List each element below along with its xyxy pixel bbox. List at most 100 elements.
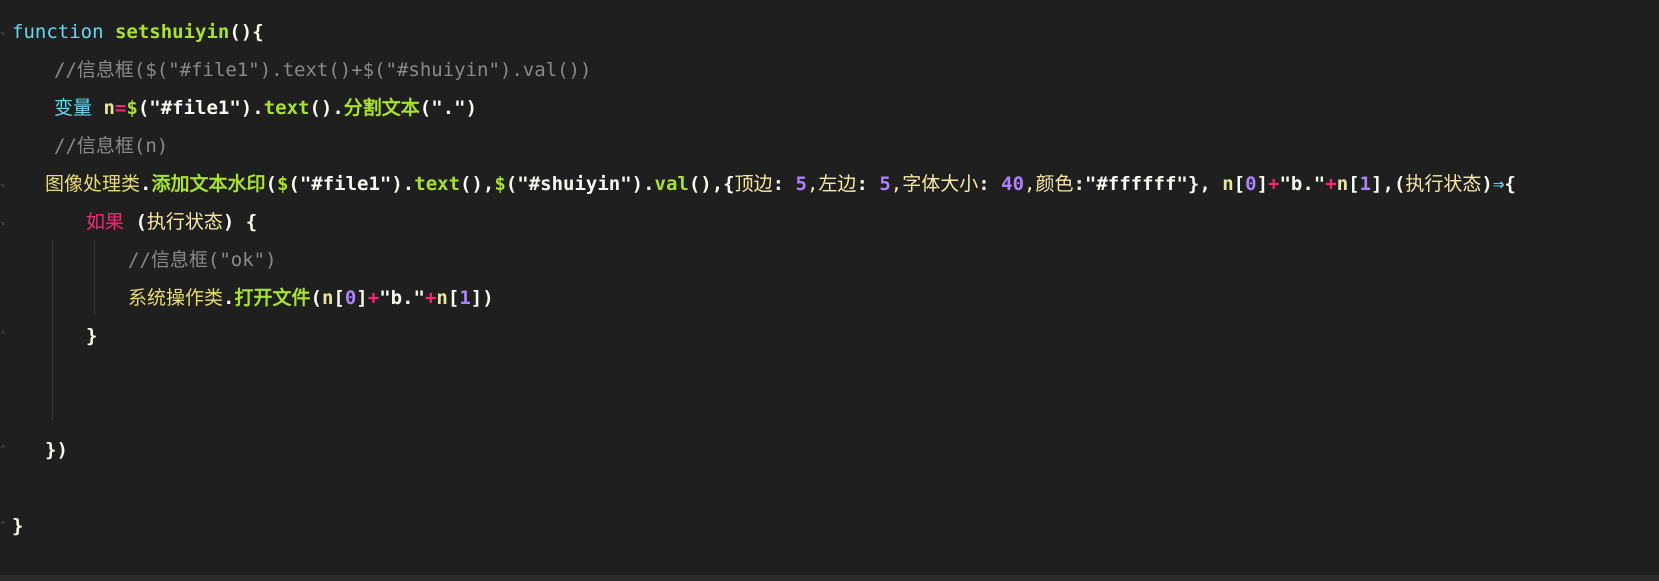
punctuation-token: ], [1371,173,1394,195]
method-token: 打开文件 [234,287,311,309]
fold-end-icon: ⌃ [0,330,7,341]
keyword-token: 变量 [54,97,93,119]
code-line-9[interactable]: } [86,316,97,356]
operator-token: + [1268,173,1280,195]
punctuation-token: ] [1256,173,1269,195]
number-token: 5 [795,173,807,195]
number-token: 1 [459,287,471,309]
property-token: ,字体大小 [890,173,979,195]
variable-token: n [103,97,115,119]
number-token: 0 [1245,173,1257,195]
function-name-token: setshuiyin [114,21,230,43]
punctuation-token: : [772,173,796,195]
closing-brace-token: }) [45,439,68,461]
method-token: text [263,97,310,119]
function-token: $ [494,173,506,195]
function-token: $ [276,173,289,195]
fold-chevron-icon[interactable]: ⌄ [0,164,10,204]
property-token: ,颜色 [1024,173,1074,195]
horizontal-scrollbar[interactable] [0,575,1659,581]
punctuation-token: }, [1187,173,1223,195]
variable-token: n [321,287,334,309]
comment-token: //信息框($("#file1").text()+$("#shuiyin").v… [54,59,592,81]
control-keyword-token: 如果 [86,211,125,233]
closing-brace-token: } [12,515,24,537]
punctuation-token: (),{ [688,173,735,195]
method-token: text [414,173,461,195]
keyword-token: function [12,21,104,43]
fold-end-icon: ⌃ [0,520,7,531]
punctuation-token: ( [288,173,300,195]
punctuation-token: ( [1393,173,1406,195]
punctuation-token: ). [631,173,655,195]
punctuation-token: : [978,173,1002,195]
string-token: "#ffffff" [1084,173,1188,195]
method-token: 添加文本水印 [151,173,266,195]
string-token: "#shuiyin" [517,173,632,195]
parameter-token: 执行状态 [146,211,223,233]
fold-end-icon: ⌃ [0,444,7,455]
punctuation-token: (){ [229,21,264,43]
number-token: 5 [879,173,891,195]
operator-token: = [114,97,127,119]
punctuation-token: ( [419,97,432,119]
code-line-6[interactable]: 如果 (执行状态) { [86,202,257,242]
code-line-8[interactable]: 系统操作类.打开文件(n[0]+"b."+n[1]) [128,278,494,318]
string-token: "b." [379,287,425,309]
punctuation-token: ( [310,287,322,309]
comment-token: //信息框("ok") [128,249,277,271]
punctuation-token: ) { [222,211,258,233]
punctuation-token: ( [137,97,150,119]
indent-guide [52,240,53,420]
code-line-12[interactable]: }) [45,430,68,470]
fold-chevron-icon[interactable]: ⌄ [0,202,10,242]
code-line-3[interactable]: 变量 n=$("#file1").text().分割文本(".") [54,88,477,128]
method-token: 分割文本 [343,97,420,119]
punctuation-token: ] [356,287,368,309]
punctuation-token: ). [391,173,415,195]
punctuation-token: [ [333,287,345,309]
punctuation-token: . [140,173,152,195]
code-line-5[interactable]: 图像处理类.添加文本水印($("#file1").text(),$("#shui… [45,164,1516,204]
class-token: 系统操作类 [128,287,224,309]
punctuation-token: [ [1233,173,1246,195]
string-token: "#file1" [299,173,392,195]
string-token: "#file1" [149,97,241,119]
variable-token: n [436,287,448,309]
comment-token: //信息框(n) [54,135,169,157]
number-token: 0 [344,287,357,309]
method-token: val [654,173,689,195]
code-editor[interactable]: ⌄ ⌄ ⌄ ⌃ ⌃ ⌃ function setshuiyin(){ //信息框… [0,0,1659,575]
parameter-token: 执行状态 [1405,173,1482,195]
punctuation-token: ]) [470,287,494,309]
operator-token: + [1325,173,1337,195]
code-line-4[interactable]: //信息框(n) [54,126,168,166]
punctuation-token: [ [1348,173,1360,195]
string-token: "." [431,97,466,119]
punctuation-token: ). [240,97,264,119]
code-line-1[interactable]: function setshuiyin(){ [12,12,264,52]
fold-chevron-icon[interactable]: ⌄ [0,12,10,52]
operator-token: + [424,287,437,309]
class-token: 图像处理类 [45,173,141,195]
variable-token: n [1336,173,1349,195]
code-line-14[interactable]: } [12,506,23,546]
variable-token: n [1222,173,1234,195]
property-token: ,左边 [806,173,857,195]
operator-token: + [367,287,380,309]
function-token: $ [126,97,138,119]
punctuation-token: : [1073,173,1085,195]
number-token: 1 [1359,173,1372,195]
code-line-7[interactable]: //信息框("ok") [128,240,277,280]
punctuation-token: . [223,287,235,309]
punctuation-token: ) [1481,173,1493,195]
punctuation-token: ) [465,97,478,119]
indent-guide [94,240,95,315]
arrow-operator-token: ⇒ [1492,173,1505,195]
punctuation-token: { [1504,173,1516,195]
property-token: 顶边 [734,173,773,195]
punctuation-token: (), [460,173,495,195]
number-token: 40 [1001,173,1025,195]
code-line-2[interactable]: //信息框($("#file1").text()+$("#shuiyin").v… [54,50,591,90]
string-token: "b." [1279,173,1326,195]
